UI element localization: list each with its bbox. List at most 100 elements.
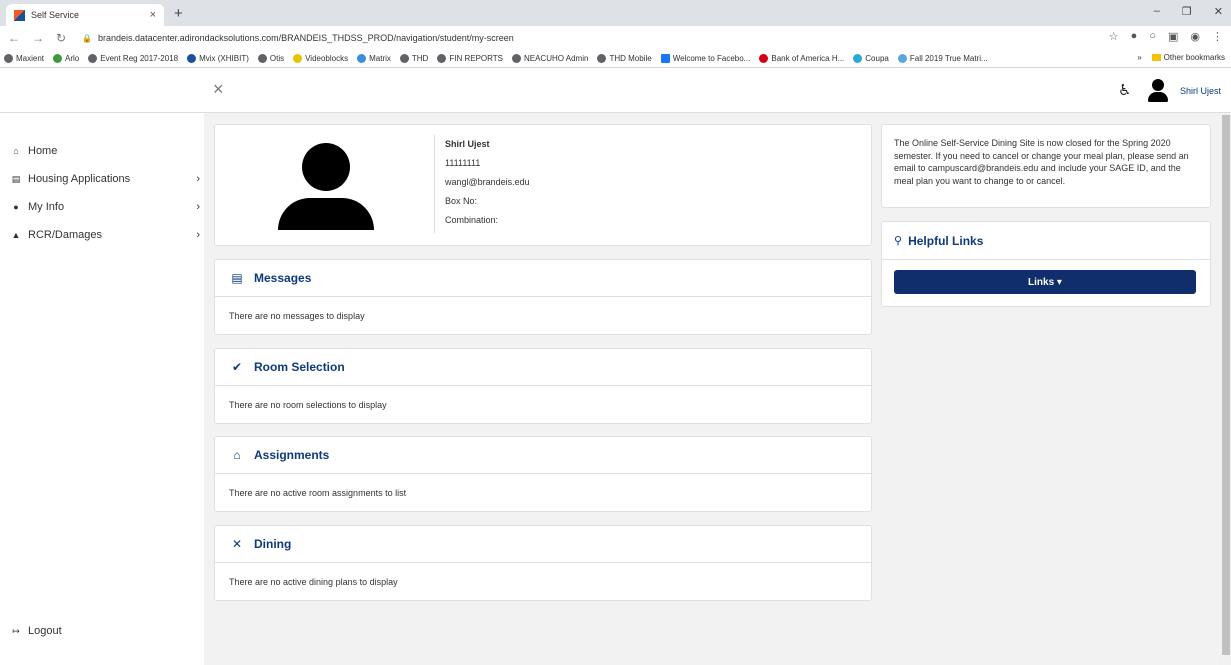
videoblocks-icon bbox=[293, 54, 303, 63]
assignments-title: Assignments bbox=[254, 448, 330, 462]
dining-notice: The Online Self-Service Dining Site is n… bbox=[881, 124, 1211, 208]
bookmark[interactable]: Coupa bbox=[853, 54, 889, 63]
bookmark[interactable]: Videoblocks bbox=[293, 54, 348, 63]
bookmark[interactable]: THD bbox=[399, 54, 428, 63]
dining-panel: ✕ Dining There are no active dining plan… bbox=[214, 525, 872, 601]
close-icon[interactable]: × bbox=[213, 79, 224, 100]
browser-tab-bar: Self Service × + – ❐ ✕ bbox=[0, 0, 1231, 26]
profile-card: Shirl Ujest 11111111 wangl@brandeis.edu … bbox=[214, 124, 872, 246]
globe-icon bbox=[399, 54, 409, 63]
sidebar-item-label: My Info bbox=[28, 201, 65, 213]
avatar-body bbox=[1148, 92, 1168, 102]
globe-icon bbox=[437, 54, 447, 63]
bank-icon bbox=[759, 54, 769, 63]
bookmark[interactable]: NEACUHO Admin bbox=[511, 54, 588, 63]
extension-icon[interactable]: ○ bbox=[1149, 30, 1156, 43]
address-bar[interactable]: 🔒 brandeis.datacenter.adirondacksolution… bbox=[82, 33, 514, 43]
bookmark[interactable]: Maxient bbox=[4, 54, 44, 63]
messages-title: Messages bbox=[254, 271, 312, 285]
sidebar-item-my-info[interactable]: ● My Info › bbox=[10, 201, 200, 213]
dining-title: Dining bbox=[254, 537, 292, 551]
browser-tab[interactable]: Self Service × bbox=[6, 4, 164, 26]
message-icon: ▤ bbox=[231, 271, 243, 285]
sidebar-item-housing-applications[interactable]: ▤ Housing Applications › bbox=[10, 173, 200, 185]
mvix-icon bbox=[187, 54, 197, 63]
bookmark[interactable]: Mvix (XHIBIT) bbox=[187, 54, 249, 63]
room-selection-body: There are no room selections to display bbox=[229, 399, 387, 410]
avatar-head bbox=[1152, 79, 1164, 91]
messages-header: ▤ Messages bbox=[215, 260, 871, 297]
form-icon: ▤ bbox=[11, 173, 21, 184]
tab-close-icon[interactable]: × bbox=[150, 9, 156, 21]
profile-name: Shirl Ujest bbox=[445, 139, 490, 149]
close-window-button[interactable]: ✕ bbox=[1214, 5, 1223, 18]
profile-id: 11111111 bbox=[445, 158, 481, 168]
scrollbar-thumb[interactable] bbox=[1222, 115, 1230, 655]
star-icon[interactable]: ☆ bbox=[1109, 30, 1119, 43]
minimize-button[interactable]: – bbox=[1154, 5, 1160, 18]
profile-box-no: Box No: bbox=[445, 196, 478, 206]
helpful-links-title: Helpful Links bbox=[908, 233, 984, 248]
menu-icon[interactable]: ⋮ bbox=[1212, 30, 1223, 43]
bookmark[interactable]: Matrix bbox=[357, 54, 391, 63]
other-bookmarks[interactable]: Other bookmarks bbox=[1151, 53, 1225, 62]
bookmark[interactable]: Otis bbox=[257, 54, 284, 63]
globe-icon bbox=[4, 54, 13, 63]
scrollbar[interactable] bbox=[1221, 113, 1231, 665]
bookmark[interactable]: Event Reg 2017-2018 bbox=[88, 54, 178, 63]
bookmarks-overflow-button[interactable]: » bbox=[1137, 53, 1141, 62]
extension-icons: ☆ ● ○ ▣ ◉ ⋮ bbox=[1109, 30, 1223, 43]
user-name-link[interactable]: Shirl Ujest bbox=[1180, 86, 1221, 96]
logout-icon: ↦ bbox=[12, 625, 20, 636]
bookmark[interactable]: Arlo bbox=[53, 54, 79, 63]
dining-header: ✕ Dining bbox=[215, 526, 871, 563]
coupa-icon bbox=[853, 54, 863, 63]
favicon-icon bbox=[14, 9, 25, 21]
lock-icon: 🔒 bbox=[82, 33, 93, 43]
forward-arrow-icon[interactable]: → bbox=[32, 31, 44, 45]
bookmark[interactable]: FIN REPORTS bbox=[437, 54, 503, 63]
dining-body: There are no active dining plans to disp… bbox=[229, 576, 398, 587]
logout-link[interactable]: ↦ Logout bbox=[10, 625, 200, 637]
sidebar-item-rcr-damages[interactable]: ▲ RCR/Damages › bbox=[10, 229, 200, 241]
extension-icon[interactable]: ▣ bbox=[1168, 30, 1178, 43]
matrix-icon bbox=[357, 54, 367, 63]
room-selection-title: Room Selection bbox=[254, 360, 345, 374]
sidebar: ⌂ Home ▤ Housing Applications › ● My Inf… bbox=[0, 113, 204, 665]
helpful-links-header: ⚲ Helpful Links bbox=[882, 222, 1210, 260]
link-icon: ⚲ bbox=[894, 235, 903, 247]
sidebar-item-home[interactable]: ⌂ Home bbox=[10, 145, 200, 157]
back-arrow-icon[interactable]: ← bbox=[8, 31, 20, 45]
bookmark[interactable]: THD Mobile bbox=[597, 54, 652, 63]
tab-title: Self Service bbox=[31, 10, 80, 20]
profile-icon[interactable]: ◉ bbox=[1190, 30, 1200, 43]
bookmark[interactable]: Bank of America H... bbox=[759, 54, 844, 63]
avatar-head bbox=[302, 143, 350, 191]
sidebar-item-label: Home bbox=[28, 145, 58, 157]
messages-panel: ▤ Messages There are no messages to disp… bbox=[214, 259, 872, 335]
extension-icon[interactable]: ● bbox=[1131, 30, 1138, 43]
bookmarks-overflow: » Other bookmarks bbox=[1137, 53, 1225, 62]
globe-icon bbox=[88, 54, 98, 63]
restore-button[interactable]: ❐ bbox=[1182, 5, 1192, 18]
chevron-right-icon: › bbox=[196, 229, 200, 241]
bookmark[interactable]: Fall 2019 True Matri... bbox=[897, 54, 988, 63]
sidebar-item-label: Housing Applications bbox=[28, 173, 131, 185]
new-tab-button[interactable]: + bbox=[174, 5, 183, 22]
bookmarks-bar: Maxient Arlo Event Reg 2017-2018 Mvix (X… bbox=[0, 50, 1231, 68]
chevron-right-icon: › bbox=[196, 173, 200, 185]
avatar-body bbox=[278, 198, 374, 230]
assignments-header: ⌂ Assignments bbox=[215, 437, 871, 474]
accessibility-icon[interactable]: ♿ bbox=[1118, 81, 1131, 99]
avatar[interactable] bbox=[1145, 79, 1171, 103]
address-bar-row: ← → ↻ 🔒 brandeis.datacenter.adirondackso… bbox=[0, 26, 1231, 50]
links-dropdown-button[interactable]: Links ▾ bbox=[894, 270, 1196, 294]
profile-info: Shirl Ujest 11111111 wangl@brandeis.edu … bbox=[445, 138, 530, 233]
room-selection-panel: ✔ Room Selection There are no room selec… bbox=[214, 348, 872, 424]
profile-avatar bbox=[278, 143, 374, 230]
bookmark[interactable]: Welcome to Facebo... bbox=[660, 54, 750, 63]
reload-icon[interactable]: ↻ bbox=[56, 31, 66, 45]
room-selection-header: ✔ Room Selection bbox=[215, 349, 871, 386]
utensils-icon: ✕ bbox=[231, 537, 243, 551]
warning-icon: ▲ bbox=[11, 230, 21, 240]
